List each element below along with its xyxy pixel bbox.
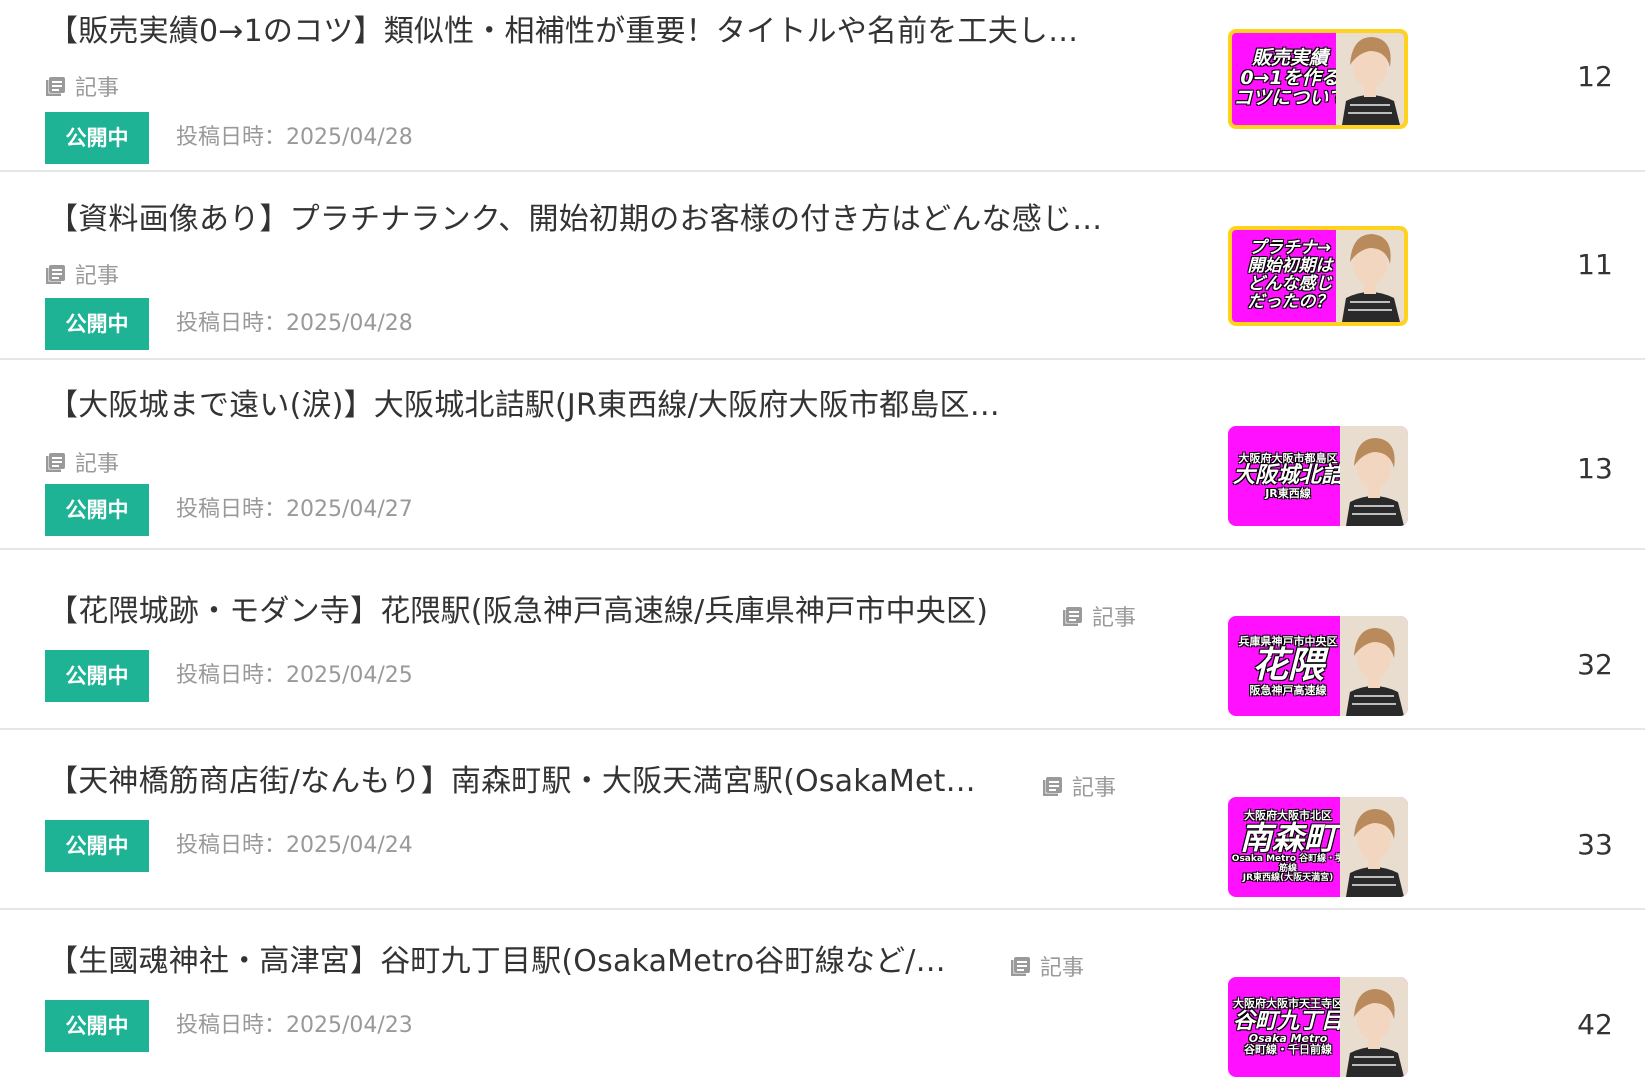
thumbnail-caption: 大阪城北詰 — [1232, 463, 1343, 489]
post-type-label: 記事 — [75, 264, 120, 289]
thumbnail-caption: JR東西線(大阪天満宮) — [1242, 873, 1334, 884]
post-title-link[interactable]: 【天神橋筋商店街/なんもり】南森町駅・大阪天満宮駅(OsakaMet… — [48, 762, 976, 802]
post-type-label: 記事 — [1092, 606, 1137, 631]
list-item[interactable]: 【大阪城まで遠い(涙)】大阪城北詰駅(JR東西線/大阪府大阪市都島区… 記事 公… — [0, 360, 1645, 550]
person-photo — [1336, 33, 1404, 125]
post-type: 記事 — [45, 446, 119, 478]
view-count: 13 — [1577, 452, 1613, 485]
person-photo — [1336, 230, 1404, 322]
status-badge: 公開中 — [45, 298, 149, 350]
article-icon — [46, 453, 65, 472]
post-type-label: 記事 — [1040, 956, 1085, 981]
post-type: 記事 — [1010, 950, 1084, 982]
post-date: 投稿日時：2025/04/28 — [176, 311, 413, 336]
article-icon — [1043, 777, 1062, 796]
post-type-label: 記事 — [75, 452, 120, 477]
thumbnail-caption: Osaka Metro 谷町線・堺筋線 — [1231, 854, 1345, 874]
post-title-link[interactable]: 【生國魂神社・高津宮】谷町九丁目駅(OsakaMetro谷町線など/… — [48, 942, 946, 982]
list-item[interactable]: 【資料画像あり】プラチナランク、開始初期のお客様の付き方はどんな感じ… 記事 公… — [0, 172, 1645, 360]
view-count: 12 — [1577, 60, 1613, 93]
person-photo — [1340, 426, 1408, 526]
thumbnail-caption: コツについて — [1233, 86, 1347, 109]
post-title-link[interactable]: 【花隈城跡・モダン寺】花隈駅(阪急神戸高速線/兵庫県神戸市中央区) — [48, 592, 988, 632]
post-type: 記事 — [45, 70, 119, 102]
thumbnail[interactable]: 大阪府大阪市都島区 大阪城北詰 JR東西線 — [1228, 426, 1408, 526]
thumbnail-caption: 阪急神戸高速線 — [1249, 683, 1327, 697]
post-list: 【販売実績0→1のコツ】類似性・相補性が重要！タイトルや名前を工夫し… 記事 公… — [0, 0, 1645, 1085]
thumbnail-caption: 南森町 — [1239, 818, 1336, 857]
status-badge: 公開中 — [45, 484, 149, 536]
view-count: 11 — [1577, 248, 1613, 281]
post-type: 記事 — [45, 258, 119, 290]
post-title-link[interactable]: 【資料画像あり】プラチナランク、開始初期のお客様の付き方はどんな感じ… — [48, 200, 1102, 240]
thumbnail[interactable]: 兵庫県神戸市中央区 花隈 阪急神戸高速線 — [1228, 616, 1408, 716]
thumbnail-caption: 谷町九丁目 — [1232, 1008, 1343, 1034]
post-type-label: 記事 — [75, 76, 120, 101]
status-badge: 公開中 — [45, 820, 149, 872]
list-item[interactable]: 【生國魂神社・高津宮】谷町九丁目駅(OsakaMetro谷町線など/… 記事 公… — [0, 910, 1645, 1085]
thumbnail[interactable]: 大阪府大阪市天王寺区 谷町九丁目 Osaka Metro 谷町線・千日前線 — [1228, 977, 1408, 1077]
article-icon — [46, 265, 65, 284]
thumbnail[interactable]: 大阪府大阪市北区 南森町 Osaka Metro 谷町線・堺筋線 JR東西線(大… — [1228, 797, 1408, 897]
view-count: 32 — [1577, 648, 1613, 681]
post-date: 投稿日時：2025/04/25 — [176, 663, 413, 688]
article-icon — [1011, 957, 1030, 976]
thumbnail-caption: 0→1を作る — [1240, 67, 1340, 90]
status-badge: 公開中 — [45, 650, 149, 702]
article-icon — [46, 77, 65, 96]
person-photo — [1340, 797, 1408, 897]
post-date: 投稿日時：2025/04/27 — [176, 497, 413, 522]
thumbnail-caption: JR東西線 — [1265, 486, 1311, 500]
list-item[interactable]: 【花隈城跡・モダン寺】花隈駅(阪急神戸高速線/兵庫県神戸市中央区) 記事 公開中… — [0, 550, 1645, 730]
post-date: 投稿日時：2025/04/28 — [176, 125, 413, 150]
article-icon — [1063, 607, 1082, 626]
status-badge: 公開中 — [45, 112, 149, 164]
list-item[interactable]: 【天神橋筋商店街/なんもり】南森町駅・大阪天満宮駅(OsakaMet… 記事 公… — [0, 730, 1645, 910]
post-date: 投稿日時：2025/04/23 — [176, 1013, 413, 1038]
post-date: 投稿日時：2025/04/24 — [176, 833, 413, 858]
post-title-link[interactable]: 【販売実績0→1のコツ】類似性・相補性が重要！タイトルや名前を工夫し… — [48, 12, 1078, 52]
view-count: 42 — [1577, 1008, 1613, 1041]
post-type: 記事 — [1042, 770, 1116, 802]
thumbnail-caption: だったの？ — [1247, 291, 1333, 312]
post-type-label: 記事 — [1072, 776, 1117, 801]
post-type: 記事 — [1062, 600, 1136, 632]
thumbnail-caption: 谷町線・千日前線 — [1244, 1043, 1332, 1057]
list-item[interactable]: 【販売実績0→1のコツ】類似性・相補性が重要！タイトルや名前を工夫し… 記事 公… — [0, 0, 1645, 172]
view-count: 33 — [1577, 828, 1613, 861]
thumbnail[interactable]: プラチナ→ 開始初期は どんな感じ だったの？ — [1228, 226, 1408, 326]
thumbnail[interactable]: 販売実績 0→1を作る コツについて — [1228, 29, 1408, 129]
person-photo — [1340, 616, 1408, 716]
person-photo — [1340, 977, 1408, 1077]
thumbnail-caption: 大阪府大阪市天王寺区 — [1233, 997, 1343, 1011]
status-badge: 公開中 — [45, 1000, 149, 1052]
thumbnail-caption: 花隈 — [1251, 645, 1324, 687]
post-title-link[interactable]: 【大阪城まで遠い(涙)】大阪城北詰駅(JR東西線/大阪府大阪市都島区… — [48, 386, 1000, 426]
